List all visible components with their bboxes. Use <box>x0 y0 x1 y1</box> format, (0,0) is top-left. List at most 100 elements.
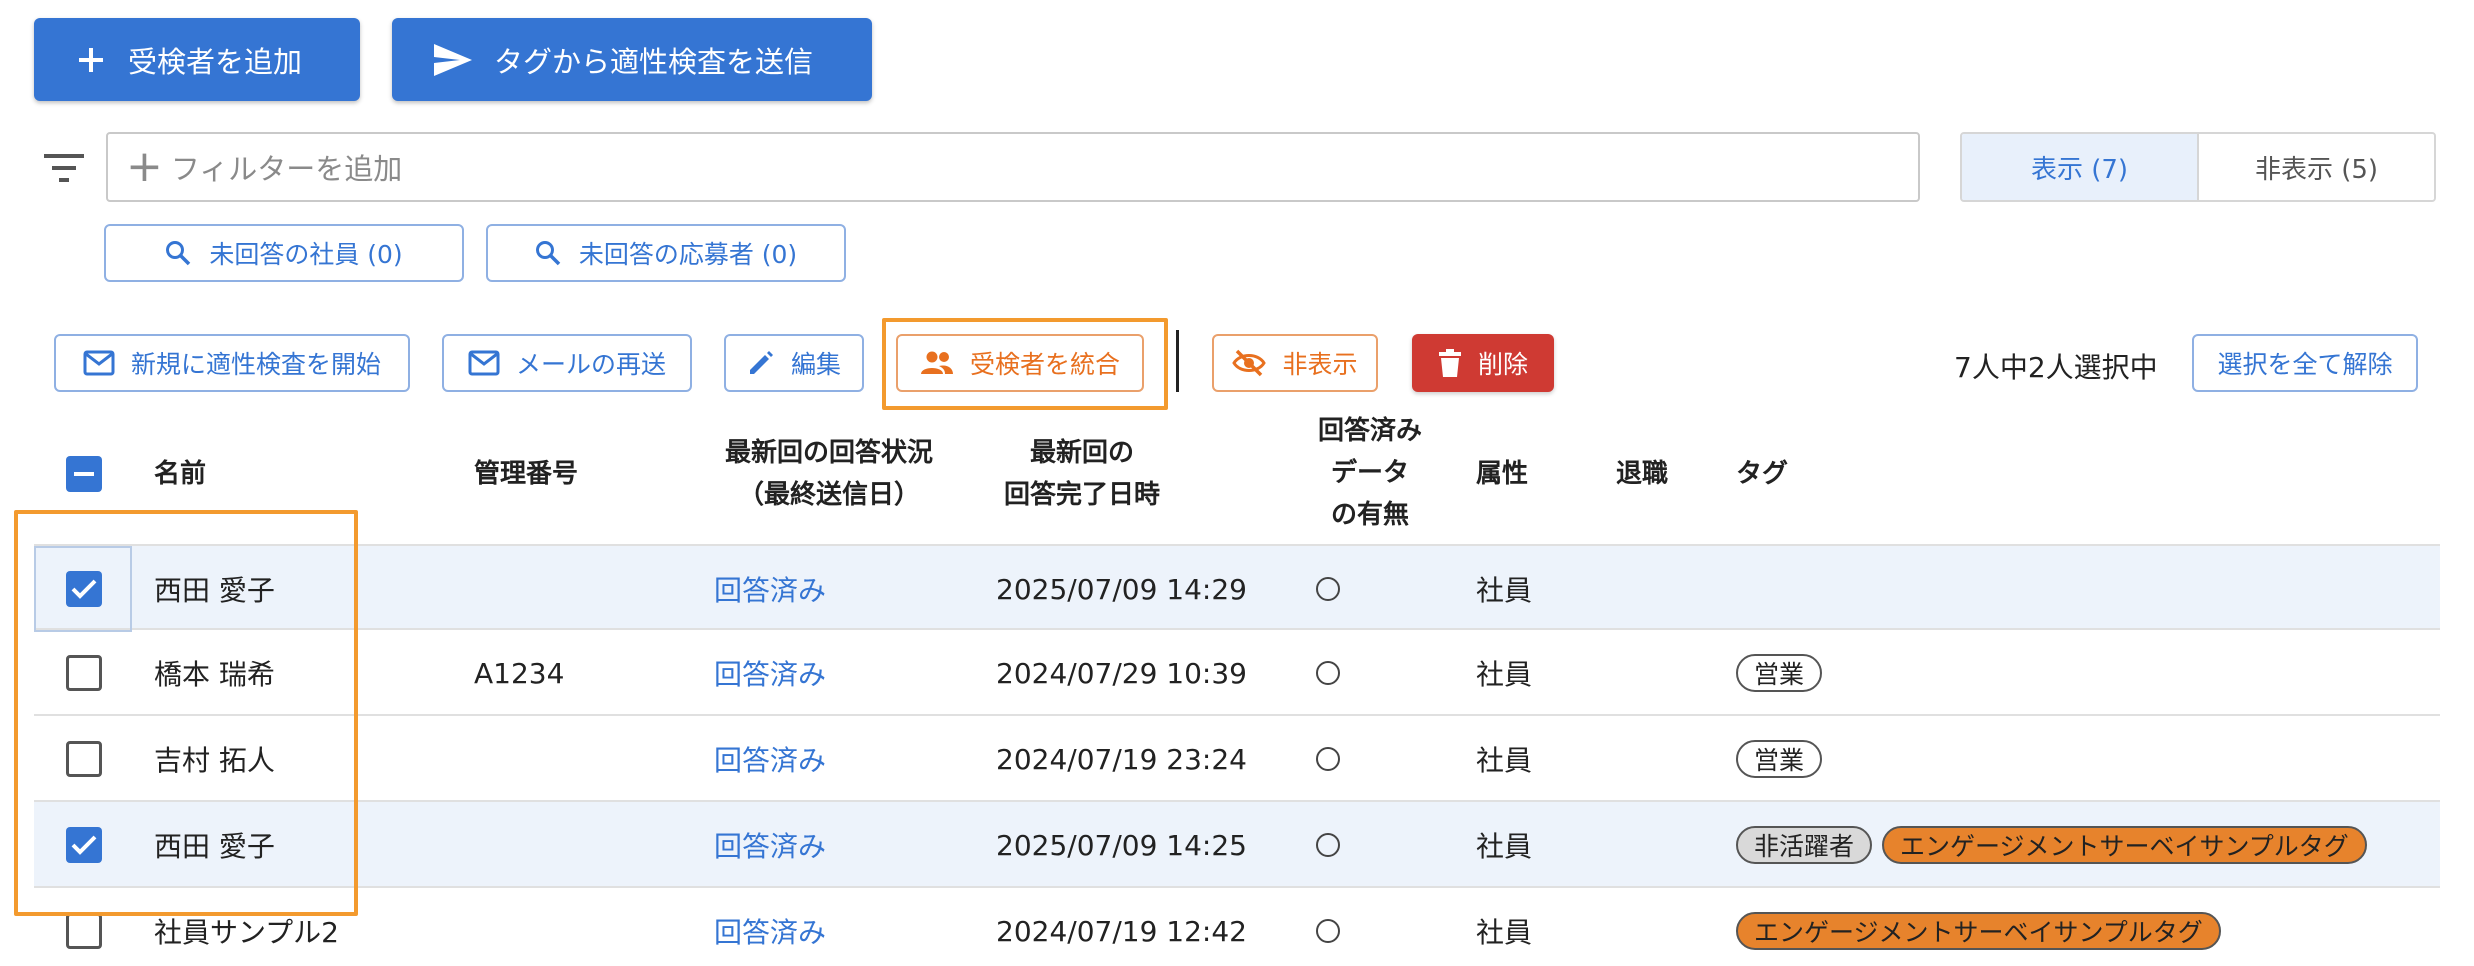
cell-name: 橋本 瑞希 <box>154 658 275 691</box>
delete-label: 削除 <box>1477 350 1528 379</box>
cell-has-data: ○ <box>1316 716 1340 802</box>
header-data-line1: 回答済み <box>1317 416 1422 446</box>
circle-mark: ○ <box>1316 661 1340 685</box>
mail-icon <box>468 350 500 376</box>
row-checkbox[interactable] <box>66 655 102 691</box>
start-new-test-label: 新規に適性検査を開始 <box>130 350 381 379</box>
table-row[interactable]: 社員サンプル2 回答済み 2024/07/19 12:42 ○ 社員 エンゲージメントサー… <box>34 888 2440 966</box>
send-from-tag-label: タグから適性検査を送信 <box>494 44 814 79</box>
header-retired[interactable]: 退職 <box>1616 453 1668 495</box>
table-row[interactable]: 橋本 瑞希 A1234 回答済み 2024/07/29 10:39 ○ 社員 営業 <box>34 630 2440 716</box>
cell-completed-at: 2024/07/19 12:42 <box>996 914 1247 948</box>
header-management-no[interactable]: 管理番号 <box>474 453 578 495</box>
header-completed-line1: 最新回の <box>1029 438 1134 468</box>
resend-mail-label: メールの再送 <box>515 350 666 379</box>
cell-has-data: ○ <box>1316 630 1340 716</box>
header-status-line2: （最終送信日） <box>737 480 920 510</box>
header-name[interactable]: 名前 <box>154 453 206 495</box>
start-new-test-button[interactable]: 新規に適性検査を開始 <box>54 334 410 392</box>
cell-status[interactable]: 回答済み <box>714 546 826 632</box>
tab-shown[interactable]: 表示 (7) <box>1962 134 2199 200</box>
header-completed-line2: 回答完了日時 <box>1003 480 1160 510</box>
header-tags[interactable]: タグ <box>1736 453 1788 495</box>
header-data-line2: データ <box>1330 458 1409 488</box>
row-checkbox[interactable] <box>66 571 102 607</box>
indeterminate-mark <box>74 472 94 476</box>
cell-attribute: 社員 <box>1476 744 1533 777</box>
cell-completed-at: 2025/07/09 14:25 <box>996 828 1247 862</box>
resend-mail-button[interactable]: メールの再送 <box>442 334 692 392</box>
table-row[interactable]: 西田 愛子 回答済み 2025/07/09 14:29 ○ 社員 <box>34 544 2440 632</box>
cell-name: 社員サンプル2 <box>154 916 339 949</box>
toolbar-divider <box>1176 330 1179 392</box>
cell-status[interactable]: 回答済み <box>714 888 826 966</box>
unanswered-applicants-label: 未回答の応募者 (0) <box>578 240 798 269</box>
unanswered-applicants-button[interactable]: 未回答の応募者 (0) <box>486 224 846 282</box>
filter-input[interactable]: + フィルターを追加 <box>106 132 1920 202</box>
tag-badge: 非活躍者 <box>1736 826 1873 864</box>
unanswered-employees-label: 未回答の社員 (0) <box>209 240 403 269</box>
edit-button[interactable]: 編集 <box>724 334 864 392</box>
send-icon <box>434 43 472 76</box>
cell-status[interactable]: 回答済み <box>714 802 826 888</box>
circle-mark: ○ <box>1316 833 1340 857</box>
cell-status[interactable]: 回答済み <box>714 716 826 802</box>
mail-icon <box>83 350 115 376</box>
select-all-checkbox[interactable] <box>66 456 102 492</box>
header-completed-at[interactable]: 最新回の 回答完了日時 <box>990 432 1174 516</box>
hide-button[interactable]: 非表示 <box>1212 334 1378 392</box>
trash-icon <box>1438 349 1461 377</box>
cell-name: 西田 愛子 <box>154 830 275 863</box>
circle-mark: ○ <box>1316 577 1340 601</box>
table-row[interactable]: 吉村 拓人 回答済み 2024/07/19 23:24 ○ 社員 営業 <box>34 716 2440 802</box>
check-icon <box>71 579 97 599</box>
cell-management-no: A1234 <box>474 656 565 690</box>
check-icon <box>71 835 97 855</box>
table-row[interactable]: 西田 愛子 回答済み 2025/07/09 14:25 ○ 社員 非活躍者エンゲージメント… <box>34 802 2440 888</box>
merge-examinee-button[interactable]: 受検者を統合 <box>896 334 1144 392</box>
header-status[interactable]: 最新回の回答状況 （最終送信日） <box>712 432 946 516</box>
header-status-line1: 最新回の回答状況 <box>724 438 933 468</box>
cell-has-data: ○ <box>1316 888 1340 966</box>
merge-examinee-label: 受検者を統合 <box>969 350 1120 379</box>
cell-has-data: ○ <box>1316 546 1340 632</box>
tag-badge: エンゲージメントサーベイサンプルタグ <box>1736 912 2221 950</box>
filter-icon[interactable] <box>44 152 84 184</box>
cell-attribute: 社員 <box>1476 658 1533 691</box>
row-checkbox[interactable] <box>66 913 102 949</box>
add-examinee-label: 受検者を追加 <box>128 44 303 79</box>
header-attribute[interactable]: 属性 <box>1476 453 1528 495</box>
people-icon <box>920 351 953 374</box>
selection-count: 7人中2人選択中 <box>1954 351 2158 384</box>
header-has-data[interactable]: 回答済み データ の有無 <box>1310 410 1430 536</box>
clear-selection-button[interactable]: 選択を全て解除 <box>2192 334 2418 392</box>
cell-tags: エンゲージメントサーベイサンプルタグ <box>1736 888 2231 966</box>
cell-completed-at: 2025/07/09 14:29 <box>996 572 1247 606</box>
add-examinee-button[interactable]: 受検者を追加 <box>34 18 360 101</box>
search-icon <box>535 241 561 266</box>
visibility-toggle: 表示 (7) 非表示 (5) <box>1960 132 2436 202</box>
cell-name: 西田 愛子 <box>154 574 275 607</box>
send-from-tag-button[interactable]: タグから適性検査を送信 <box>392 18 872 101</box>
row-checkbox[interactable] <box>66 827 102 863</box>
cell-completed-at: 2024/07/19 23:24 <box>996 742 1247 776</box>
circle-mark: ○ <box>1316 747 1340 771</box>
cell-status[interactable]: 回答済み <box>714 630 826 716</box>
edit-label: 編集 <box>790 350 841 379</box>
unanswered-employees-button[interactable]: 未回答の社員 (0) <box>104 224 464 282</box>
delete-button[interactable]: 削除 <box>1412 334 1554 392</box>
filter-placeholder: フィルターを追加 <box>170 152 403 186</box>
hide-label: 非表示 <box>1282 350 1358 379</box>
tab-hidden[interactable]: 非表示 (5) <box>2199 134 2434 200</box>
eye-off-icon <box>1232 349 1267 377</box>
cell-attribute: 社員 <box>1476 916 1533 949</box>
cell-tags: 営業 <box>1736 716 1832 802</box>
tag-badge: 営業 <box>1736 740 1823 778</box>
cell-tags: 非活躍者 エンゲージメントサーベイサンプルタグ <box>1736 802 2377 888</box>
row-checkbox[interactable] <box>66 741 102 777</box>
cell-attribute: 社員 <box>1476 574 1533 607</box>
search-icon <box>166 241 191 266</box>
tag-badge: エンゲージメントサーベイサンプルタグ <box>1882 826 2367 864</box>
circle-mark: ○ <box>1316 919 1340 943</box>
cell-attribute: 社員 <box>1476 830 1533 863</box>
